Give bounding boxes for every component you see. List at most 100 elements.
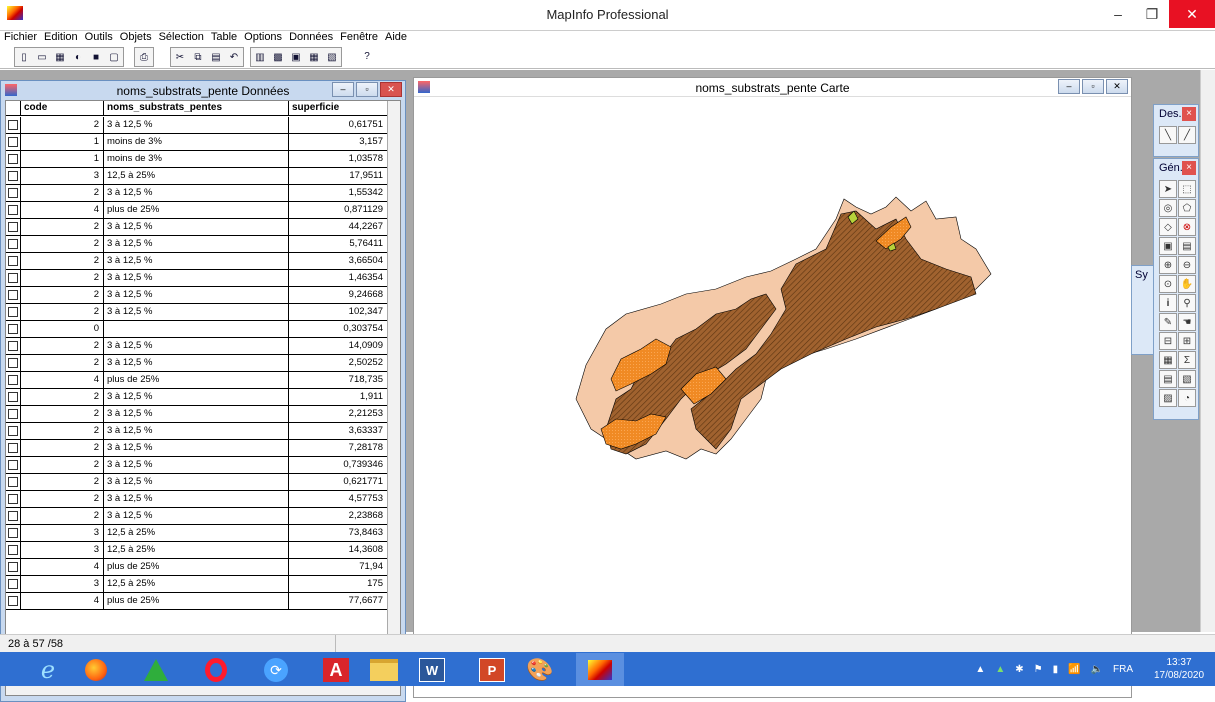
cell-code[interactable]: 1 xyxy=(20,134,104,150)
row-select-checkbox[interactable] xyxy=(6,389,20,405)
cell-code[interactable]: 0 xyxy=(20,321,104,337)
drawing-toolbar-close-icon[interactable]: × xyxy=(1182,107,1196,121)
cell-superficie[interactable]: 2,50252 xyxy=(289,355,388,371)
row-select-checkbox[interactable] xyxy=(6,423,20,439)
menu-item-fenêtre[interactable]: Fenêtre xyxy=(340,31,378,44)
word-icon[interactable]: W xyxy=(408,653,456,686)
row-select-checkbox[interactable] xyxy=(6,491,20,507)
cell-superficie[interactable]: 0,621771 xyxy=(289,474,388,490)
new-layout-icon[interactable]: ▦ xyxy=(305,48,323,66)
cell-code[interactable]: 2 xyxy=(20,253,104,269)
save-copy-icon[interactable]: ▢ xyxy=(105,48,123,66)
cell-superficie[interactable]: 44,2267 xyxy=(289,219,388,235)
cell-code[interactable]: 4 xyxy=(20,593,104,609)
table-row[interactable]: 23 à 12,5 % 44,2267 xyxy=(6,219,400,236)
cell-code[interactable]: 2 xyxy=(20,304,104,320)
cell-code[interactable]: 2 xyxy=(20,117,104,133)
row-select-checkbox[interactable] xyxy=(6,474,20,490)
substrate-polygons[interactable] xyxy=(575,196,992,460)
workspace-vertical-scrollbar[interactable] xyxy=(1200,70,1215,632)
paint-icon[interactable]: 🎨 xyxy=(516,653,564,686)
restore-button[interactable]: ❐ xyxy=(1135,0,1169,28)
cell-noms-substrats-pentes[interactable]: plus de 25% xyxy=(104,593,289,609)
menu-item-fichier[interactable]: Fichier xyxy=(4,31,37,44)
row-select-checkbox[interactable] xyxy=(6,593,20,609)
cell-superficie[interactable]: 102,347 xyxy=(289,304,388,320)
cell-superficie[interactable]: 2,21253 xyxy=(289,406,388,422)
cell-noms-substrats-pentes[interactable]: 12,5 à 25% xyxy=(104,525,289,541)
cell-superficie[interactable]: 0,871129 xyxy=(289,202,388,218)
cell-noms-substrats-pentes[interactable]: 3 à 12,5 % xyxy=(104,474,289,490)
row-select-checkbox[interactable] xyxy=(6,457,20,473)
zoom-in-icon[interactable]: ⊕ xyxy=(1159,256,1177,274)
zoom-out-icon[interactable]: ⊖ xyxy=(1178,256,1196,274)
polygon-select-icon[interactable]: ⬠ xyxy=(1178,199,1196,217)
menu-item-edition[interactable]: Edition xyxy=(44,31,78,44)
table-row[interactable]: 23 à 12,5 % 14,0909 xyxy=(6,338,400,355)
cell-superficie[interactable]: 1,55342 xyxy=(289,185,388,201)
cell-noms-substrats-pentes[interactable] xyxy=(104,321,289,337)
column-header-noms[interactable]: noms_substrats_pentes xyxy=(104,101,289,115)
cell-code[interactable]: 4 xyxy=(20,372,104,388)
new-browser-icon[interactable]: ▥ xyxy=(251,48,269,66)
row-select-checkbox[interactable] xyxy=(6,304,20,320)
table-row[interactable]: 23 à 12,5 % 1,46354 xyxy=(6,270,400,287)
undo-icon[interactable]: ↶ xyxy=(225,48,243,66)
column-header-code[interactable]: code xyxy=(20,101,104,115)
tray-flag-icon[interactable]: ⚑ xyxy=(1034,664,1043,675)
map-minimize-button[interactable]: – xyxy=(1058,79,1080,94)
cell-noms-substrats-pentes[interactable]: 3 à 12,5 % xyxy=(104,508,289,524)
cell-noms-substrats-pentes[interactable]: 3 à 12,5 % xyxy=(104,355,289,371)
tray-android-icon[interactable]: ▲ xyxy=(995,664,1005,675)
table-row[interactable]: 4 plus de 25% 71,94 xyxy=(6,559,400,576)
cell-code[interactable]: 2 xyxy=(20,236,104,252)
cell-noms-substrats-pentes[interactable]: moins de 3% xyxy=(104,134,289,150)
cell-superficie[interactable]: 5,76411 xyxy=(289,236,388,252)
cell-superficie[interactable]: 0,739346 xyxy=(289,457,388,473)
cell-superficie[interactable]: 1,911 xyxy=(289,389,388,405)
row-select-checkbox[interactable] xyxy=(6,253,20,269)
new-mapper-icon[interactable]: ▩ xyxy=(269,48,287,66)
row-select-checkbox[interactable] xyxy=(6,321,20,337)
cut-icon[interactable]: ✂ xyxy=(171,48,189,66)
row-select-checkbox[interactable] xyxy=(6,576,20,592)
row-select-checkbox[interactable] xyxy=(6,117,20,133)
file-explorer-icon[interactable] xyxy=(360,653,408,686)
layer-control-icon[interactable]: ⊞ xyxy=(1178,332,1196,350)
cell-superficie[interactable]: 3,66504 xyxy=(289,253,388,269)
cell-noms-substrats-pentes[interactable]: 3 à 12,5 % xyxy=(104,440,289,456)
powerpoint-icon[interactable]: P xyxy=(468,653,516,686)
cell-code[interactable]: 3 xyxy=(20,542,104,558)
cell-code[interactable]: 4 xyxy=(20,559,104,575)
open-icon[interactable]: ▭ xyxy=(33,48,51,66)
tray-clock[interactable]: 13:37 17/08/2020 xyxy=(1143,656,1215,682)
statistics-icon[interactable]: ▦ xyxy=(1159,351,1177,369)
label-icon[interactable]: ✎ xyxy=(1159,313,1177,331)
change-view-icon[interactable]: ⊙ xyxy=(1159,275,1177,293)
table-row[interactable]: 0 0,303754 xyxy=(6,321,400,338)
cell-code[interactable]: 4 xyxy=(20,202,104,218)
cell-code[interactable]: 2 xyxy=(20,270,104,286)
map-close-button[interactable]: ✕ xyxy=(1106,79,1128,94)
cell-noms-substrats-pentes[interactable]: plus de 25% xyxy=(104,202,289,218)
cell-code[interactable]: 2 xyxy=(20,491,104,507)
info-icon[interactable]: i xyxy=(1159,294,1177,312)
row-select-checkbox[interactable] xyxy=(6,508,20,524)
row-select-checkbox[interactable] xyxy=(6,525,20,541)
cell-superficie[interactable]: 77,6677 xyxy=(289,593,388,609)
clip-region-icon[interactable]: ▧ xyxy=(1178,370,1196,388)
select-arrow-icon[interactable]: ➤ xyxy=(1159,180,1177,198)
new-icon[interactable]: ▯ xyxy=(15,48,33,66)
table-row[interactable]: 1 moins de 3% 1,03578 xyxy=(6,151,400,168)
menu-item-aide[interactable]: Aide xyxy=(385,31,407,44)
cell-noms-substrats-pentes[interactable]: 3 à 12,5 % xyxy=(104,389,289,405)
grid-vertical-scrollbar[interactable] xyxy=(387,101,400,681)
cell-superficie[interactable]: 73,8463 xyxy=(289,525,388,541)
redistricter-icon[interactable]: ▧ xyxy=(323,48,341,66)
row-select-checkbox[interactable] xyxy=(6,219,20,235)
row-select-checkbox[interactable] xyxy=(6,355,20,371)
tray-bluetooth-icon[interactable]: ✱ xyxy=(1015,664,1023,675)
table-row[interactable]: 23 à 12,5 % 2,50252 xyxy=(6,355,400,372)
row-select-checkbox[interactable] xyxy=(6,338,20,354)
cell-noms-substrats-pentes[interactable]: 12,5 à 25% xyxy=(104,168,289,184)
